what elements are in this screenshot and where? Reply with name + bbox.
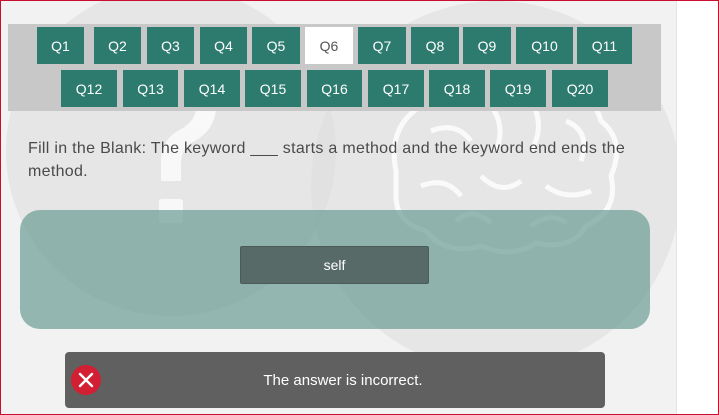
question-button-18[interactable]: Q18 [429, 70, 485, 107]
question-button-9[interactable]: Q9 [463, 27, 511, 64]
question-button-14[interactable]: Q14 [184, 70, 240, 107]
question-button-12[interactable]: Q12 [61, 70, 117, 107]
question-button-19[interactable]: Q19 [490, 70, 546, 107]
close-icon [71, 365, 101, 395]
question-button-20[interactable]: Q20 [552, 70, 608, 107]
question-button-7[interactable]: Q7 [358, 27, 406, 64]
question-navigation: Q1 Q2 Q3 Q4 Q5 Q6 Q7 Q8 Q9 Q10 Q11 Q12 Q… [8, 24, 661, 111]
quiz-frame: Q1 Q2 Q3 Q4 Q5 Q6 Q7 Q8 Q9 Q10 Q11 Q12 Q… [0, 0, 719, 415]
question-button-11[interactable]: Q11 [577, 27, 632, 64]
question-text: Fill in the Blank: The keyword ___ start… [28, 140, 626, 180]
question-button-10[interactable]: Q10 [516, 27, 573, 64]
question-button-6[interactable]: Q6 [305, 27, 353, 64]
question-button-17[interactable]: Q17 [368, 70, 424, 107]
answer-option-button[interactable]: self [240, 246, 429, 284]
question-button-1[interactable]: Q1 [37, 27, 84, 64]
question-button-8[interactable]: Q8 [411, 27, 459, 64]
right-panel [676, 1, 718, 414]
question-button-2[interactable]: Q2 [94, 27, 141, 64]
question-button-5[interactable]: Q5 [252, 27, 300, 64]
question-button-13[interactable]: Q13 [123, 70, 178, 107]
answer-panel: self [20, 210, 650, 329]
feedback-message: The answer is incorrect. [263, 371, 423, 389]
question-button-4[interactable]: Q4 [200, 27, 247, 64]
question-button-3[interactable]: Q3 [147, 27, 194, 64]
question-button-15[interactable]: Q15 [245, 70, 301, 107]
feedback-banner: The answer is incorrect. [65, 352, 605, 408]
question-button-16[interactable]: Q16 [307, 70, 362, 107]
